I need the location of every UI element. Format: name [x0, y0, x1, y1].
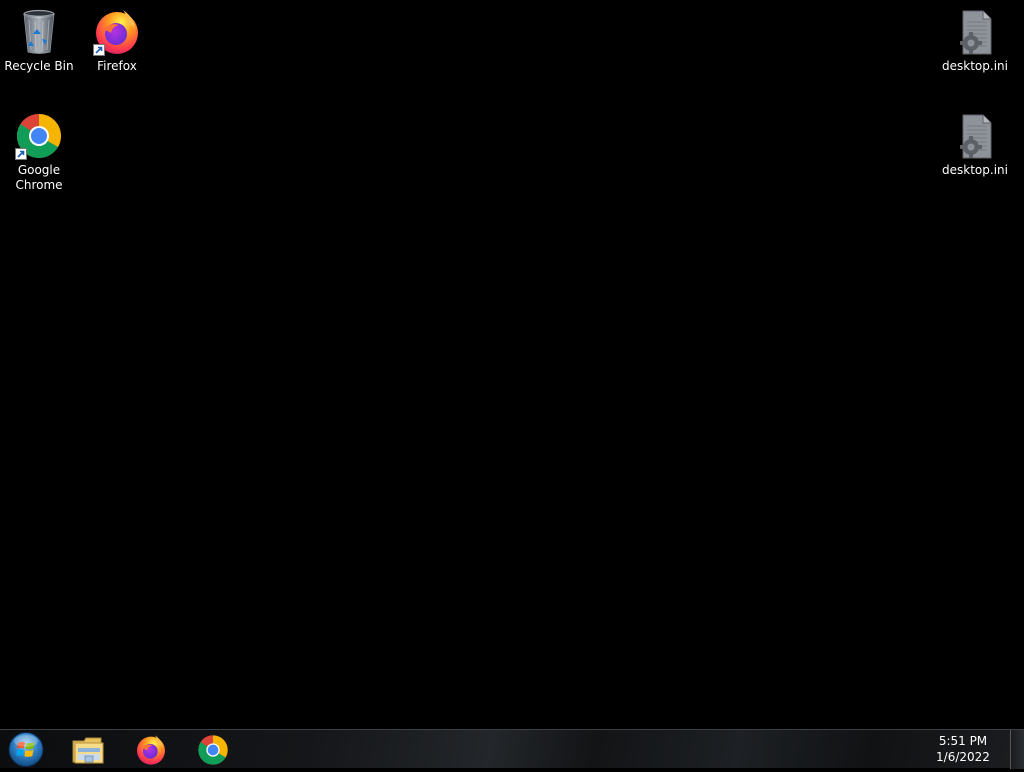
desktop-icon-label: desktop.ini [942, 59, 1008, 73]
desktop-icon-label: Firefox [97, 59, 137, 73]
firefox-icon [137, 734, 165, 765]
config-file-icon [951, 8, 999, 56]
chrome-icon [15, 112, 63, 160]
desktop-icon-desktop-ini[interactable]: desktop.ini [937, 112, 1013, 178]
file-explorer-icon [72, 737, 104, 763]
firefox-icon [93, 8, 141, 56]
recycle-bin-icon [15, 8, 63, 56]
taskbar-file-explorer-button[interactable] [61, 731, 117, 768]
clock-date: 1/6/2022 [936, 750, 990, 764]
desktop-icon-desktop-ini[interactable]: desktop.ini [937, 8, 1013, 74]
taskbar-firefox-button[interactable] [123, 731, 179, 768]
desktop-icon-label: desktop.ini [942, 163, 1008, 177]
shortcut-arrow-icon [15, 148, 27, 160]
windows-start-orb-icon [8, 732, 44, 767]
taskbar: 5:51 PM 1/6/2022 [0, 729, 1024, 769]
system-clock[interactable]: 5:51 PM 1/6/2022 [928, 733, 998, 765]
config-file-icon [951, 112, 999, 160]
desktop: Recycle Bin Firefox Google Chrome deskto… [0, 0, 1024, 729]
shortcut-arrow-icon [93, 44, 105, 56]
clock-time: 5:51 PM [938, 734, 988, 748]
desktop-icon-recycle-bin[interactable]: Recycle Bin [1, 8, 77, 74]
show-desktop-button[interactable] [1010, 730, 1024, 769]
desktop-icon-label: Recycle Bin [4, 59, 74, 73]
taskbar-chrome-button[interactable] [185, 731, 241, 768]
desktop-icon-google-chrome[interactable]: Google Chrome [1, 112, 77, 193]
desktop-icon-firefox[interactable]: Firefox [79, 8, 155, 74]
desktop-icon-label: Google Chrome [15, 163, 63, 192]
start-button[interactable] [6, 731, 46, 768]
chrome-icon [198, 734, 228, 765]
